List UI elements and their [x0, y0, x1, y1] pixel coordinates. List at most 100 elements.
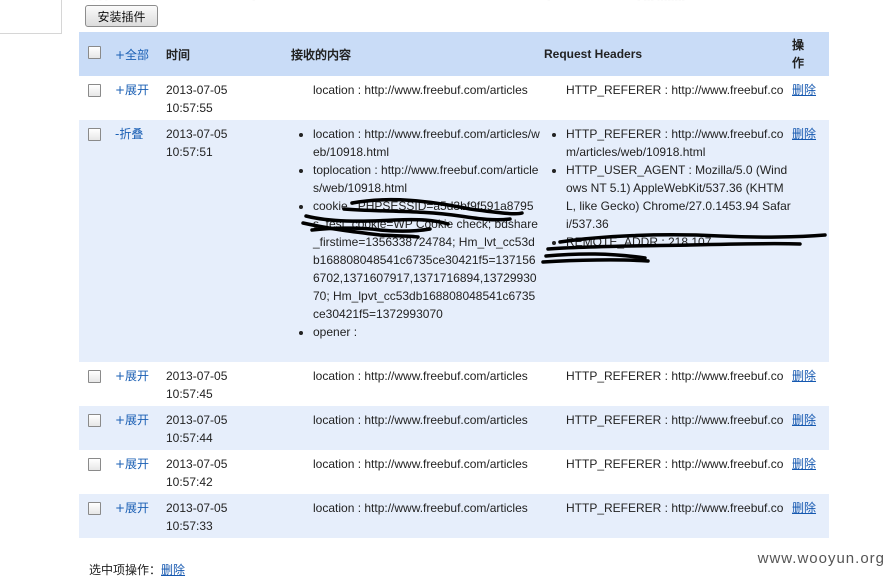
row-expand-toggle[interactable]: +展开: [115, 455, 166, 472]
row-content-cell: location : http://www.freebuf.com/articl…: [287, 76, 540, 120]
content-item: cookie : PHPSESSID=a5d3bf9f591a8795 s_te…: [313, 197, 540, 323]
content-list: location : http://www.freebuf.com/articl…: [287, 367, 540, 385]
row-date: 2013-07-05: [166, 413, 228, 427]
row-clock: 10:57:51: [166, 145, 213, 159]
row-checkbox[interactable]: [88, 84, 101, 97]
row-checkbox[interactable]: [88, 502, 101, 515]
header-item: HTTP_REFERER : http://www.freebuf.co: [566, 367, 792, 385]
table-row: +展开2013-07-05 10:57:45 location : http://w…: [79, 362, 829, 406]
content-item: opener :: [313, 323, 540, 341]
row-timestamp: 2013-07-05 10:57:33: [166, 499, 287, 535]
row-date: 2013-07-05: [166, 369, 228, 383]
row-select-cell: [79, 76, 115, 120]
request-log-table: +全部 时间 接收的内容 Request Headers 操作 +展开 2013-…: [79, 32, 829, 538]
delete-link[interactable]: 删除: [792, 81, 829, 98]
content-list: location : http://www.freebuf.com/articl…: [287, 455, 540, 473]
select-all-cell: [79, 32, 115, 76]
content-item: location : http://www.freebuf.com/articl…: [313, 125, 540, 161]
headers-list: HTTP_REFERER : http://www.freebuf.co: [540, 411, 792, 429]
row-content-cell: location : http://www.freebuf.com/articl…: [287, 406, 540, 450]
content-list: location : http://www.freebuf.com/articl…: [287, 411, 540, 429]
headers-list: HTTP_REFERER : http://www.freebuf.co: [540, 367, 792, 385]
row-time-cell: 2013-07-05 10:57:55: [166, 76, 287, 120]
content-item: toplocation : http://www.freebuf.com/art…: [313, 161, 540, 197]
headers-list: HTTP_REFERER : http://www.freebuf.co: [540, 455, 792, 473]
content-item: location : http://www.freebuf.com/articl…: [313, 367, 540, 385]
row-action-cell: 删除: [792, 362, 829, 406]
row-checkbox[interactable]: [88, 128, 101, 141]
delete-link[interactable]: 删除: [792, 367, 829, 384]
row-toggle-cell: +展开: [115, 362, 166, 406]
row-expand-toggle[interactable]: +展开: [115, 499, 166, 516]
watermark: www.wooyun.org: [754, 550, 888, 567]
row-time-cell: 2013-07-05 10:57:33: [166, 494, 287, 538]
row-checkbox[interactable]: [88, 414, 101, 427]
row-content-cell: location : http://www.freebuf.com/articl…: [287, 362, 540, 406]
row-toggle-cell: +展开: [115, 76, 166, 120]
row-timestamp: 2013-07-05 10:57:45: [166, 367, 287, 403]
time-header: 时间: [166, 47, 191, 62]
row-clock: 10:57:55: [166, 101, 213, 115]
row-time-cell: 2013-07-05 10:57:45: [166, 362, 287, 406]
content-header: 接收的内容: [291, 47, 352, 62]
select-all-checkbox[interactable]: [88, 46, 101, 59]
row-time-cell: 2013-07-05 10:57:42: [166, 450, 287, 494]
row-select-cell: [79, 406, 115, 450]
row-checkbox[interactable]: [88, 370, 101, 383]
delete-link[interactable]: 删除: [792, 411, 829, 428]
row-expand-toggle[interactable]: +展开: [115, 411, 166, 428]
row-select-cell: [79, 362, 115, 406]
header-item: HTTP_REFERER : http://www.freebuf.co: [566, 455, 792, 473]
row-expand-toggle[interactable]: +展开: [115, 367, 166, 384]
row-expand-toggle[interactable]: +展开: [115, 81, 166, 98]
install-plugin-button[interactable]: 安装插件: [85, 5, 158, 27]
row-select-cell: [79, 450, 115, 494]
row-date: 2013-07-05: [166, 127, 228, 141]
row-timestamp: 2013-07-05 10:57:55: [166, 81, 287, 117]
table-row: +展开2013-07-05 10:57:42 location : http://w…: [79, 450, 829, 494]
row-content-cell: location : http://www.freebuf.com/articl…: [287, 450, 540, 494]
row-content-cell: location : http://www.freebuf.com/articl…: [287, 494, 540, 538]
row-checkbox[interactable]: [88, 458, 101, 471]
row-headers-cell: HTTP_REFERER : http://www.freebuf.co: [540, 406, 792, 450]
delete-link[interactable]: 删除: [792, 499, 829, 516]
content-item: location : http://www.freebuf.com/articl…: [313, 411, 540, 429]
row-action-cell: 删除: [792, 120, 829, 362]
row-toggle-cell: +展开: [115, 450, 166, 494]
expand-all-link[interactable]: +全部: [115, 46, 166, 63]
content-list: location : http://www.freebuf.com/articl…: [287, 81, 540, 99]
content-list: location : http://www.freebuf.com/articl…: [287, 125, 540, 341]
row-clock: 10:57:44: [166, 431, 213, 445]
header-item: REMOTE_ADDR : 218.107: [566, 233, 792, 251]
row-timestamp: 2013-07-05 10:57:51: [166, 125, 287, 161]
row-action-cell: 删除: [792, 406, 829, 450]
row-headers-cell: HTTP_REFERER : http://www.freebuf.co: [540, 450, 792, 494]
top-cut-off-text: ▪ ▪ ▪ ▪ ▪ ▪ ▪▪▪ ▪▪▪▪▪▪▪▪: [92, 0, 812, 5]
row-date: 2013-07-05: [166, 83, 228, 97]
bulk-delete-link[interactable]: 删除: [161, 563, 185, 577]
row-expand-toggle[interactable]: -折叠: [115, 125, 166, 142]
row-action-cell: 删除: [792, 76, 829, 120]
headers-list: HTTP_REFERER : http://www.freebuf.co: [540, 499, 792, 517]
table-row: +展开2013-07-05 10:57:44 location : http://w…: [79, 406, 829, 450]
action-header: 操作: [792, 38, 805, 70]
header-item: HTTP_REFERER : http://www.freebuf.co: [566, 411, 792, 429]
row-time-cell: 2013-07-05 10:57:51: [166, 120, 287, 362]
row-date: 2013-07-05: [166, 457, 228, 471]
row-time-cell: 2013-07-05 10:57:44: [166, 406, 287, 450]
row-clock: 10:57:45: [166, 387, 213, 401]
content-list: location : http://www.freebuf.com/articl…: [287, 499, 540, 517]
expand-all-cell: +全部: [115, 32, 166, 76]
row-clock: 10:57:42: [166, 475, 213, 489]
content-item: location : http://www.freebuf.com/articl…: [313, 455, 540, 473]
delete-link[interactable]: 删除: [792, 125, 829, 142]
headers-list: HTTP_REFERER : http://www.freebuf.co: [540, 81, 792, 99]
row-action-cell: 删除: [792, 494, 829, 538]
header-item: HTTP_REFERER : http://www.freebuf.co: [566, 499, 792, 517]
row-headers-cell: HTTP_REFERER : http://www.freebuf.co: [540, 362, 792, 406]
table-row: +展开2013-07-05 10:57:55 location : http://w…: [79, 76, 829, 120]
row-headers-cell: HTTP_REFERER : http://www.freebuf.com/ar…: [540, 120, 792, 362]
row-toggle-cell: -折叠: [115, 120, 166, 362]
row-toggle-cell: +展开: [115, 406, 166, 450]
delete-link[interactable]: 删除: [792, 455, 829, 472]
